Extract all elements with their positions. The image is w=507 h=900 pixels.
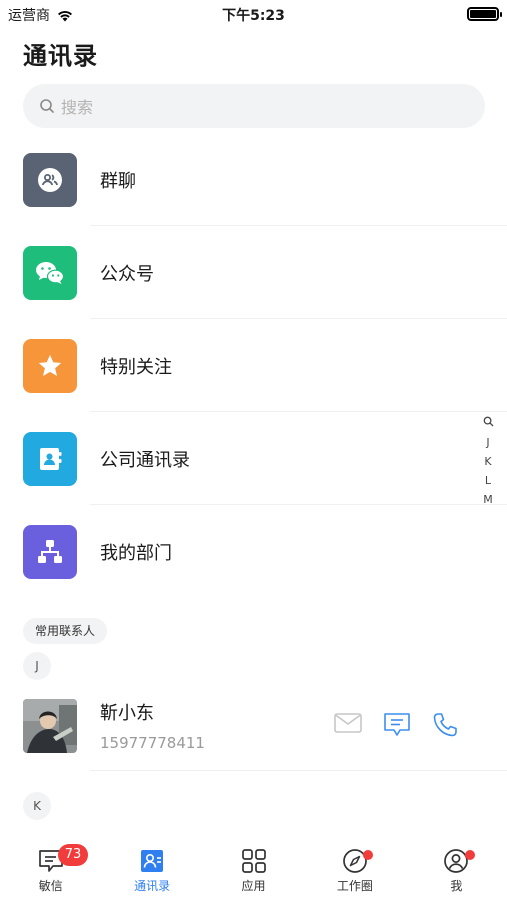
notification-dot xyxy=(363,850,374,860)
menu-item-company-directory[interactable]: 公司通讯录 xyxy=(0,412,507,505)
tab-apps[interactable]: 应用 xyxy=(203,838,304,900)
contact-phone: 15977778411 xyxy=(100,734,205,752)
menu-label: 我的部门 xyxy=(100,542,172,564)
status-time: 下午5:23 xyxy=(222,8,285,24)
tab-label: 通讯录 xyxy=(134,879,171,893)
menu-label: 公司通讯录 xyxy=(100,449,190,471)
index-letter[interactable]: M xyxy=(478,490,498,509)
tab-label: 应用 xyxy=(241,879,266,893)
contacts-icon xyxy=(141,850,164,872)
message-icon[interactable] xyxy=(382,711,412,743)
contact-card-icon xyxy=(23,431,77,486)
section-letter-j: J xyxy=(23,652,51,680)
menu-label: 群聊 xyxy=(100,170,136,192)
group-chat-icon xyxy=(23,152,77,207)
tab-work-circle[interactable]: 工作圈 xyxy=(304,838,405,900)
index-letter[interactable]: L xyxy=(478,471,498,490)
contact-row[interactable]: 靳小东 15977778411 xyxy=(0,683,507,771)
index-letter[interactable]: K xyxy=(478,452,498,471)
menu-item-official-accounts[interactable]: 公众号 xyxy=(0,226,507,319)
menu-item-group-chat[interactable]: 群聊 xyxy=(0,133,507,226)
status-bar: 运营商 下午5:23 xyxy=(0,0,507,28)
tab-me[interactable]: 我 xyxy=(406,838,507,900)
menu-item-special-follow[interactable]: 特别关注 xyxy=(0,319,507,412)
tab-bar: 敏信 73 通讯录 应用 工作圈 我 xyxy=(0,838,507,900)
search-placeholder: 搜索 xyxy=(61,98,94,117)
tab-label: 敏信 xyxy=(38,879,63,893)
alphabet-index[interactable]: J K L M xyxy=(478,414,498,509)
phone-call-icon[interactable] xyxy=(431,711,459,743)
wechat-icon xyxy=(23,245,77,300)
battery-icon xyxy=(467,7,502,21)
star-icon xyxy=(23,338,77,393)
menu-label: 公众号 xyxy=(100,263,154,285)
menu-label: 特别关注 xyxy=(100,356,172,378)
page-title: 通讯录 xyxy=(23,42,98,70)
apps-grid-icon xyxy=(241,849,266,873)
unread-badge: 73 xyxy=(58,844,88,866)
contacts-menu: 群聊 公众号 特别关注 公司通讯录 我的部门 xyxy=(0,133,507,598)
tab-messages[interactable]: 敏信 73 xyxy=(0,838,101,900)
search-icon xyxy=(40,99,54,113)
tab-label: 工作圈 xyxy=(336,879,373,893)
menu-item-my-department[interactable]: 我的部门 xyxy=(0,505,507,598)
index-search-icon[interactable] xyxy=(478,414,498,433)
search-input[interactable]: 搜索 xyxy=(23,84,485,128)
index-letter[interactable]: J xyxy=(478,433,498,452)
notification-dot xyxy=(464,850,475,860)
frequent-contacts-tag: 常用联系人 xyxy=(23,618,108,644)
tab-label: 我 xyxy=(450,879,463,893)
contact-name: 靳小东 xyxy=(100,703,154,724)
org-chart-icon xyxy=(23,524,77,579)
tab-contacts[interactable]: 通讯录 xyxy=(101,838,202,900)
section-letter-k: K xyxy=(23,792,51,820)
email-icon[interactable] xyxy=(333,711,363,739)
divider xyxy=(90,770,507,771)
avatar xyxy=(23,699,77,753)
